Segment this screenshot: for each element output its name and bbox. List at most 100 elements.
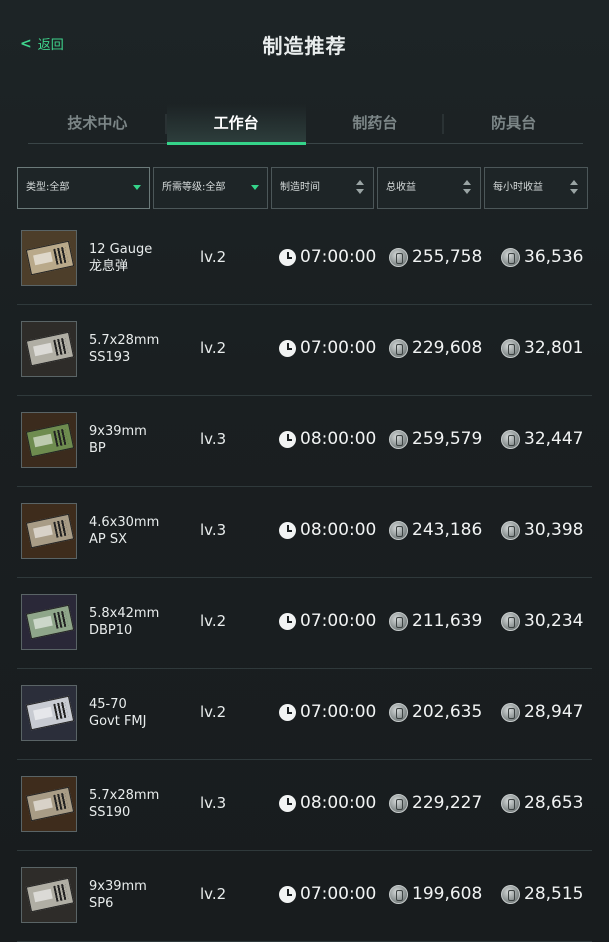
total-sort-label: 总收益 <box>386 182 416 193</box>
clock-icon <box>279 885 296 903</box>
recipe-row[interactable]: 9x39mm SP6 lv.2 07:00:00 199,608 28,515 <box>17 851 592 942</box>
sort-icon <box>570 180 578 196</box>
total-profit: 229,608 <box>389 338 482 358</box>
ammo-box-icon <box>21 594 77 650</box>
clock-icon <box>279 794 296 812</box>
craft-time: 08:00:00 <box>279 429 376 449</box>
total-profit: 259,579 <box>389 429 482 449</box>
total-profit-value: 202,635 <box>412 702 483 722</box>
hourly-profit: 30,234 <box>501 611 583 631</box>
item-name-line1: 9x39mm <box>89 424 147 439</box>
tab-workbench[interactable]: 工作台 <box>166 104 306 145</box>
hourly-profit: 28,947 <box>501 702 583 722</box>
required-level: lv.3 <box>200 430 227 448</box>
required-level: lv.3 <box>200 521 227 539</box>
craft-time-value: 07:00:00 <box>300 702 377 722</box>
ammo-box-icon <box>21 685 77 741</box>
craft-time: 07:00:00 <box>279 611 376 631</box>
recipe-list: 12 Gauge 龙息弹 lv.2 07:00:00 255,758 36,53… <box>17 214 592 942</box>
item-name-line1: 45-70 <box>89 697 127 712</box>
item-name: 12 Gauge 龙息弹 <box>89 241 152 275</box>
item-name-line1: 5.7x28mm <box>89 788 160 803</box>
item-name-line1: 4.6x30mm <box>89 515 160 530</box>
recipe-row[interactable]: 5.7x28mm SS193 lv.2 07:00:00 229,608 32,… <box>17 305 592 396</box>
craft-time-value: 07:00:00 <box>300 611 377 631</box>
item-name: 4.6x30mm AP SX <box>89 514 159 548</box>
type-filter-dropdown[interactable]: 类型:全部 <box>17 167 150 209</box>
total-profit-value: 199,608 <box>412 884 483 904</box>
item-name-line2: 龙息弹 <box>89 259 129 274</box>
hourly-profit: 30,398 <box>501 520 583 540</box>
hourly-profit-value: 28,515 <box>524 884 584 904</box>
coin-icon <box>389 338 408 358</box>
coin-icon <box>389 429 408 449</box>
recipe-row[interactable]: 45-70 Govt FMJ lv.2 07:00:00 202,635 28,… <box>17 669 592 760</box>
required-level: lv.2 <box>200 339 227 357</box>
page-title: 制造推荐 <box>262 34 347 58</box>
hourly-profit: 36,536 <box>501 247 583 267</box>
tab-label: 制药台 <box>352 114 398 132</box>
coin-icon <box>389 611 408 631</box>
level-filter-dropdown[interactable]: 所需等级:全部 <box>153 167 268 209</box>
tab-pharmacy[interactable]: 制药台 <box>306 104 445 143</box>
total-sort-button[interactable]: 总收益 <box>377 167 481 209</box>
sort-icon <box>356 180 364 196</box>
item-name-line1: 9x39mm <box>89 879 147 894</box>
item-name: 5.7x28mm SS190 <box>89 787 159 821</box>
recipe-row[interactable]: 4.6x30mm AP SX lv.3 08:00:00 243,186 30,… <box>17 487 592 578</box>
coin-icon <box>501 520 520 540</box>
item-name-line2: DBP10 <box>89 623 133 638</box>
hourly-profit-value: 32,801 <box>524 338 584 358</box>
ammo-box-icon <box>21 776 77 832</box>
total-profit-value: 243,186 <box>412 520 483 540</box>
hourly-profit: 32,801 <box>501 338 583 358</box>
level-filter-label: 所需等级:全部 <box>162 182 226 193</box>
craft-time: 07:00:00 <box>279 247 376 267</box>
hourly-profit-value: 28,653 <box>524 793 584 813</box>
total-profit-value: 259,579 <box>412 429 483 449</box>
hourly-profit-value: 36,536 <box>524 247 584 267</box>
item-name-line1: 5.7x28mm <box>89 333 160 348</box>
clock-icon <box>279 430 296 448</box>
caret-down-icon <box>251 185 259 190</box>
item-name: 45-70 Govt FMJ <box>89 696 146 730</box>
total-profit: 229,227 <box>389 793 482 813</box>
tab-armor-bench[interactable]: 防具台 <box>444 104 583 143</box>
ammo-box-icon <box>21 503 77 559</box>
clock-icon <box>279 612 296 630</box>
item-name-line2: SP6 <box>89 896 114 911</box>
recipe-row[interactable]: 5.8x42mm DBP10 lv.2 07:00:00 211,639 30,… <box>17 578 592 669</box>
coin-icon <box>501 884 520 904</box>
hourly-profit-value: 32,447 <box>524 429 584 449</box>
hourly-profit-value: 30,234 <box>524 611 584 631</box>
craft-time-value: 08:00:00 <box>300 520 377 540</box>
time-sort-button[interactable]: 制造时间 <box>271 167 374 209</box>
hourly-sort-button[interactable]: 每小时收益 <box>484 167 588 209</box>
ammo-box-icon <box>21 412 77 468</box>
recipe-row[interactable]: 5.7x28mm SS190 lv.3 08:00:00 229,227 28,… <box>17 760 592 851</box>
total-profit: 211,639 <box>389 611 482 631</box>
coin-icon <box>501 429 520 449</box>
craft-time: 08:00:00 <box>279 793 376 813</box>
coin-icon <box>501 247 520 267</box>
total-profit: 202,635 <box>389 702 482 722</box>
recipe-row[interactable]: 12 Gauge 龙息弹 lv.2 07:00:00 255,758 36,53… <box>17 214 592 305</box>
craft-time: 08:00:00 <box>279 520 376 540</box>
recipe-row[interactable]: 9x39mm BP lv.3 08:00:00 259,579 32,447 <box>17 396 592 487</box>
item-name-line2: AP SX <box>89 532 128 547</box>
total-profit-value: 229,227 <box>412 793 483 813</box>
coin-icon <box>501 793 520 813</box>
tab-tech-center[interactable]: 技术中心 <box>28 104 167 143</box>
type-filter-label: 类型:全部 <box>26 182 70 193</box>
hourly-profit: 28,653 <box>501 793 583 813</box>
item-name: 5.8x42mm DBP10 <box>89 605 159 639</box>
craft-time-value: 08:00:00 <box>300 429 377 449</box>
ammo-box-icon <box>21 867 77 923</box>
coin-icon <box>389 247 408 267</box>
item-name-line1: 5.8x42mm <box>89 606 160 621</box>
item-name: 9x39mm SP6 <box>89 878 147 912</box>
total-profit-value: 229,608 <box>412 338 483 358</box>
caret-down-icon <box>133 185 141 190</box>
coin-icon <box>389 884 408 904</box>
craft-time-value: 08:00:00 <box>300 793 377 813</box>
